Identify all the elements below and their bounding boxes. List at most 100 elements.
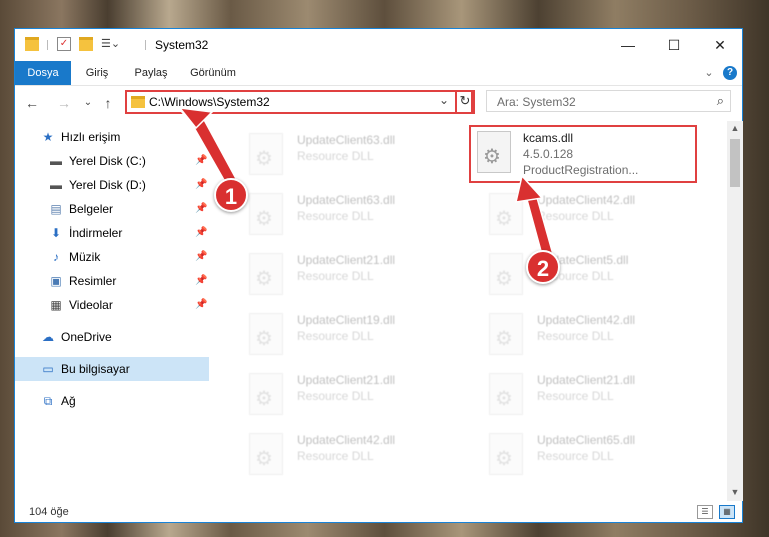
scroll-down-icon[interactable]: ▼ <box>727 487 743 497</box>
nav-item-this-pc[interactable]: ▭ Bu bilgisayar <box>15 357 209 381</box>
pin-icon: 📌 <box>195 179 208 190</box>
file-item[interactable]: UpdateClient42.dll Resource DLL <box>229 425 459 483</box>
file-name: UpdateClient42.dll <box>297 433 396 447</box>
dll-file-icon <box>249 193 283 235</box>
nav-item-music[interactable]: ♪ Müzik 📌 <box>15 245 209 269</box>
maximize-button[interactable]: ☐ <box>651 29 697 61</box>
download-icon: ⬇ <box>50 226 62 240</box>
computer-icon: ▭ <box>42 362 54 376</box>
pin-icon: 📌 <box>195 155 208 166</box>
file-item[interactable]: UpdateClient65.dll Resource DLL <box>469 425 699 483</box>
star-icon: ★ <box>42 130 54 144</box>
file-name: kcams.dll <box>523 131 574 145</box>
file-description: Resource DLL <box>537 209 614 223</box>
nav-item-documents[interactable]: ▤ Belgeler 📌 <box>15 197 209 221</box>
file-description: ProductRegistration... <box>523 163 639 177</box>
address-bar[interactable]: C:\Windows\System32 ⌄ <box>125 90 473 114</box>
nav-item-videos[interactable]: ▦ Videolar 📌 <box>15 293 209 317</box>
file-item[interactable]: UpdateClient21.dll Resource DLL <box>229 245 459 303</box>
ribbon-collapse-icon[interactable]: ⌄ <box>701 61 717 85</box>
file-item[interactable]: UpdateClient5.dll Resource DLL <box>469 245 699 303</box>
file-name: UpdateClient42.dll <box>537 193 636 207</box>
minimize-button[interactable]: — <box>605 29 651 61</box>
file-description: Resource DLL <box>297 389 374 403</box>
new-folder-icon[interactable] <box>79 37 93 51</box>
dll-file-icon <box>249 313 283 355</box>
up-button[interactable]: ↑ <box>99 94 117 112</box>
dll-file-icon <box>489 433 523 475</box>
file-description: Resource DLL <box>297 449 374 463</box>
window-title: System32 <box>155 38 209 52</box>
file-name: UpdateClient63.dll <box>297 193 396 207</box>
address-path: C:\Windows\System32 <box>149 95 270 109</box>
pictures-icon: ▣ <box>50 274 62 288</box>
scroll-up-icon[interactable]: ▲ <box>727 123 743 133</box>
details-view-icon[interactable]: ☰ <box>697 505 713 519</box>
nav-item-label: Yerel Disk (D:) <box>69 178 146 192</box>
dll-file-icon <box>249 433 283 475</box>
nav-item-local-disk-c[interactable]: ▬ Yerel Disk (C:) 📌 <box>15 149 209 173</box>
nav-item-quick-access[interactable]: ★ Hızlı erişim <box>15 125 209 149</box>
file-version: 4.5.0.128 <box>523 147 574 161</box>
nav-item-label: OneDrive <box>61 330 112 344</box>
recent-locations-button[interactable]: ⌄ <box>79 94 97 112</box>
network-icon: ⧉ <box>43 394 53 408</box>
item-count: 104 öğe <box>29 506 69 518</box>
file-item[interactable]: UpdateClient63.dll Resource DLL <box>229 185 459 243</box>
drive-icon: ▬ <box>50 178 62 192</box>
file-item[interactable]: UpdateClient21.dll Resource DLL <box>229 365 459 423</box>
dll-file-icon <box>489 193 523 235</box>
file-item[interactable]: UpdateClient42.dll Resource DLL <box>469 185 699 243</box>
nav-item-downloads[interactable]: ⬇ İndirmeler 📌 <box>15 221 209 245</box>
ribbon-tabs: Dosya Giriş Paylaş Görünüm ⌄ ? <box>15 61 742 85</box>
dll-file-icon <box>249 253 283 295</box>
dll-file-icon <box>489 313 523 355</box>
file-item-kcams-dll[interactable]: kcams.dll 4.5.0.128 ProductRegistration.… <box>469 125 697 183</box>
help-icon[interactable]: ? <box>723 66 737 80</box>
documents-icon: ▤ <box>50 202 62 216</box>
folder-icon <box>131 96 145 108</box>
address-dropdown-icon[interactable]: ⌄ <box>439 93 449 107</box>
file-item[interactable]: UpdateClient21.dll Resource DLL <box>469 365 699 423</box>
vertical-scrollbar[interactable]: ▲ ▼ <box>727 121 743 501</box>
folder-icon <box>25 37 39 51</box>
nav-item-pictures[interactable]: ▣ Resimler 📌 <box>15 269 209 293</box>
back-button[interactable]: ← <box>23 94 41 112</box>
file-description: Resource DLL <box>297 209 374 223</box>
file-name: UpdateClient63.dll <box>297 133 396 147</box>
file-description: Resource DLL <box>297 269 374 283</box>
nav-item-local-disk-d[interactable]: ▬ Yerel Disk (D:) 📌 <box>15 173 209 197</box>
nav-item-label: Hızlı erişim <box>61 130 121 144</box>
file-description: Resource DLL <box>297 149 374 163</box>
file-description: Resource DLL <box>537 329 614 343</box>
refresh-button[interactable]: ↻ <box>455 90 475 114</box>
file-item[interactable]: UpdateClient42.dll Resource DLL <box>469 305 699 363</box>
file-description: Resource DLL <box>297 329 374 343</box>
tab-file[interactable]: Dosya <box>15 61 71 85</box>
nav-item-onedrive[interactable]: ☁ OneDrive <box>15 325 209 349</box>
pin-icon: 📌 <box>195 275 208 286</box>
scrollbar-thumb[interactable] <box>730 139 740 187</box>
customize-quick-access-icon[interactable]: ☰⌄ <box>101 37 120 51</box>
nav-item-label: Bu bilgisayar <box>61 362 130 376</box>
tab-share[interactable]: Paylaş <box>129 61 173 85</box>
file-name: UpdateClient21.dll <box>297 373 396 387</box>
forward-button[interactable]: → <box>55 94 73 112</box>
properties-icon[interactable]: ✓ <box>57 37 71 51</box>
music-icon: ♪ <box>53 250 59 264</box>
tab-view[interactable]: Görünüm <box>185 61 241 85</box>
tiles-view-icon[interactable]: ▦ <box>719 505 735 519</box>
nav-item-network[interactable]: ⧉ Ağ <box>15 389 209 413</box>
tab-home[interactable]: Giriş <box>77 61 117 85</box>
navigation-bar: ← → ⌄ ↑ C:\Windows\System32 ⌄ ↻ Ara: Sys… <box>15 85 742 119</box>
search-input[interactable]: Ara: System32 ⌕ <box>486 90 731 112</box>
navigation-pane: ★ Hızlı erişim ▬ Yerel Disk (C:) 📌 ▬ Yer… <box>15 121 209 501</box>
file-item[interactable]: UpdateClient63.dll Resource DLL <box>229 125 459 183</box>
separator <box>47 40 48 50</box>
file-item[interactable]: UpdateClient19.dll Resource DLL <box>229 305 459 363</box>
file-name: UpdateClient21.dll <box>537 373 636 387</box>
file-list: UpdateClient63.dll Resource DLL UpdateCl… <box>215 121 727 501</box>
dll-file-icon <box>489 373 523 415</box>
close-button[interactable]: ✕ <box>697 29 743 61</box>
videos-icon: ▦ <box>50 298 62 312</box>
